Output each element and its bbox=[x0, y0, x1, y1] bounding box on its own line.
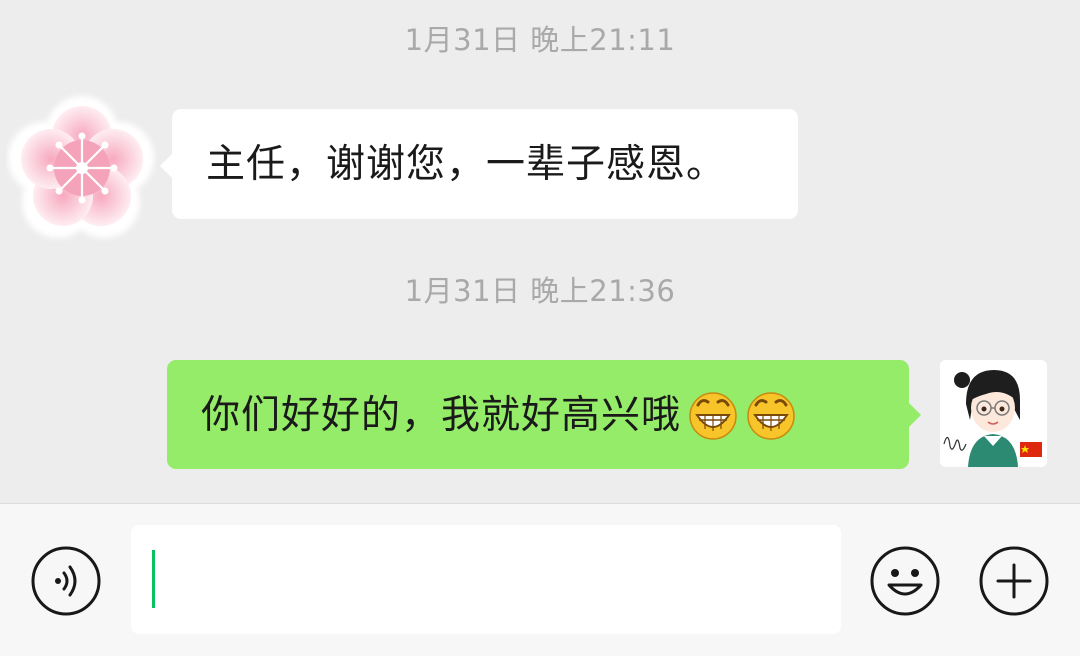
emoji-button[interactable] bbox=[869, 545, 941, 617]
message-text: 主任，谢谢您，一辈子感恩。 bbox=[206, 142, 727, 187]
message-timestamp: 1月31日 晚上21:11 bbox=[404, 23, 676, 57]
text-cursor bbox=[152, 550, 155, 608]
plus-icon bbox=[979, 546, 1049, 616]
voice-icon bbox=[31, 546, 101, 616]
cartoon-girl-icon bbox=[940, 360, 1047, 467]
voice-button[interactable] bbox=[30, 545, 102, 617]
message-timestamp: 1月31日 晚上21:36 bbox=[404, 274, 676, 308]
chat-input-bar bbox=[0, 503, 1080, 656]
smiley-icon bbox=[870, 546, 940, 616]
my-avatar[interactable] bbox=[940, 360, 1047, 467]
more-functions-button[interactable] bbox=[978, 545, 1050, 617]
message-input[interactable] bbox=[131, 525, 841, 634]
grin-emoji-icon bbox=[747, 391, 795, 440]
grin-emoji-icon bbox=[689, 391, 737, 440]
received-message-bubble[interactable]: 主任，谢谢您，一辈子感恩。 bbox=[160, 109, 798, 219]
message-text: 你们好好的，我就好高兴哦 bbox=[201, 393, 682, 438]
sent-message-bubble[interactable]: 你们好好的，我就好高兴哦 bbox=[167, 360, 921, 469]
cherry-blossom-icon bbox=[8, 96, 154, 238]
contact-avatar[interactable] bbox=[6, 92, 158, 244]
message-content: 你们好好的，我就好高兴哦 bbox=[201, 391, 797, 441]
